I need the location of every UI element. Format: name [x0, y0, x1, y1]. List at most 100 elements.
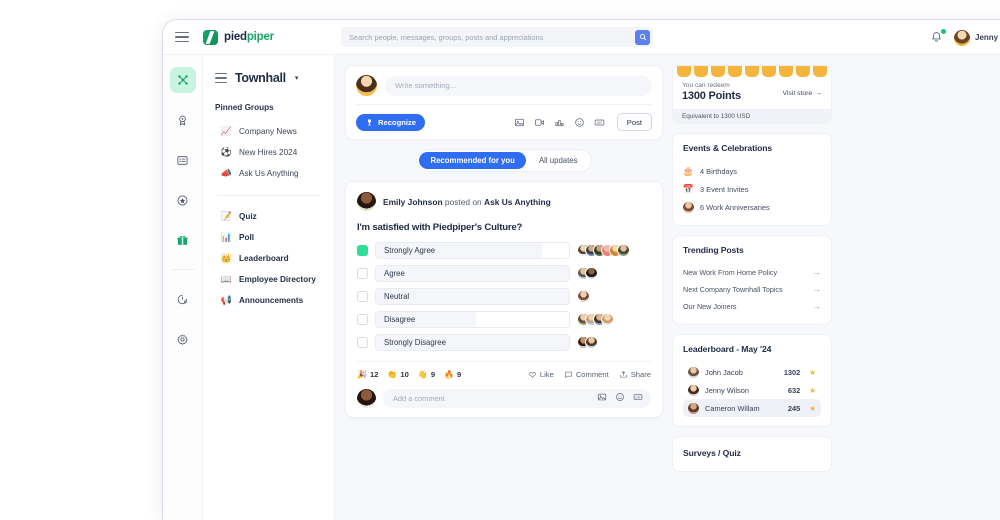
leaderboard-panel: Leaderboard - May '24 John Jacob 1302 ★ … [672, 334, 832, 427]
avatar [688, 402, 699, 414]
clap-reaction[interactable]: 👏 10 [387, 370, 408, 379]
leaderboard-name: Cameron Willam [705, 403, 760, 413]
poll-option-label: Strongly Agree [384, 246, 436, 255]
poll-option-label: Disagree [384, 315, 416, 324]
poll-option-row: Neutral [357, 288, 651, 305]
tab-all-updates[interactable]: All updates [528, 152, 589, 169]
post-button[interactable]: Post [616, 113, 652, 131]
brand-logo[interactable]: piedpiper [203, 29, 274, 45]
sidebar-item-new-hires[interactable]: ⚽ New Hires 2024 [215, 142, 322, 163]
poll-checkbox[interactable] [357, 268, 368, 279]
poll-icon[interactable] [554, 117, 565, 128]
event-item-invites[interactable]: 📅 3 Event Invites [683, 180, 821, 198]
star-badge-icon [177, 195, 188, 205]
arrow-right-icon: → [813, 302, 821, 311]
sidebar-menu-icon[interactable] [215, 72, 227, 84]
poll-option-bar[interactable]: Agree [375, 265, 570, 282]
composer-tools: GIF Post [514, 113, 652, 131]
poll-option-bar[interactable]: Strongly Agree [375, 242, 570, 259]
image-icon[interactable] [597, 392, 607, 402]
rail-item-board[interactable] [170, 147, 196, 173]
poll-option-bar[interactable]: Disagree [375, 311, 570, 328]
leaderboard-row[interactable]: John Jacob 1302 ★ [683, 363, 821, 381]
poll-option-bar[interactable]: Neutral [375, 288, 570, 305]
sidebar-item-announcements[interactable]: 📢 Announcements [215, 290, 322, 311]
post-author[interactable]: Emily Johnson [383, 197, 443, 207]
panel-title: Leaderboard - May '24 [683, 344, 772, 354]
secondary-sidebar: Townhall ▾ Pinned Groups 📈 Company News … [203, 55, 335, 520]
sidebar-item-poll[interactable]: 📊 Poll [215, 227, 322, 248]
reaction-count: 9 [457, 370, 462, 379]
fire-reaction[interactable]: 🔥 9 [444, 370, 461, 379]
party-popper-icon: 🎉 [357, 370, 367, 379]
rail-item-analytics[interactable] [170, 286, 196, 312]
trending-item[interactable]: New Work From Home Policy → [683, 264, 821, 281]
poll-option-bar[interactable]: Strongly Disagree [375, 334, 570, 351]
sidebar-item-label: Announcements [239, 296, 304, 305]
heart-icon [529, 372, 536, 378]
share-label: Share [630, 370, 651, 379]
sidebar-item-ask-us-anything[interactable]: 📣 Ask Us Anything [215, 163, 322, 184]
panel-title: Trending Posts [683, 245, 744, 255]
recognize-button[interactable]: Recognize [356, 113, 425, 131]
emoji-icon[interactable] [574, 117, 585, 128]
party-popper-reaction[interactable]: 🎉 12 [357, 370, 378, 379]
search-button[interactable] [635, 29, 650, 45]
post-action: posted on [444, 196, 482, 207]
hamburger-icon[interactable] [175, 31, 189, 43]
announcement-icon: 📢 [220, 295, 233, 305]
wave-reaction[interactable]: 👋 9 [418, 370, 435, 379]
avatar[interactable] [357, 192, 376, 211]
image-icon[interactable] [514, 117, 525, 128]
award-medal-icon [179, 115, 186, 125]
sidebar-item-label: Quiz [239, 212, 257, 221]
leaderboard-row[interactable]: Cameron Willam 245 ★ [683, 399, 821, 417]
gif-icon[interactable]: GIF [633, 392, 643, 402]
notifications-button[interactable] [930, 27, 947, 45]
poll-checkbox[interactable] [357, 245, 368, 256]
leaderboard-row[interactable]: Jenny Wilson 632 ★ [683, 381, 821, 399]
poll-checkbox[interactable] [357, 337, 368, 348]
sidebar-item-company-news[interactable]: 📈 Company News [215, 121, 322, 142]
rail-item-hub[interactable] [169, 67, 196, 93]
tab-recommended-for-you[interactable]: Recommended for you [419, 152, 526, 169]
event-item-birthdays[interactable]: 🎂 4 Birthdays [683, 162, 821, 180]
post-header: Emily Johnson posted on Ask Us Anything [357, 192, 651, 211]
comment-tools: GIF [597, 392, 643, 402]
star-icon: ★ [809, 385, 816, 395]
avatar [357, 388, 376, 408]
video-icon[interactable] [534, 117, 545, 128]
gift-icon [177, 235, 188, 245]
user-menu[interactable]: Jenny ⌄ [954, 29, 1000, 46]
gif-icon[interactable]: GIF [594, 117, 605, 128]
composer-input[interactable] [385, 75, 652, 96]
sidebar-item-quiz[interactable]: 📝 Quiz [215, 206, 322, 227]
rail-item-recognition[interactable] [170, 187, 196, 213]
sidebar-item-leaderboard[interactable]: 👑 Leaderboard [215, 248, 322, 269]
visit-store-link[interactable]: Visit store → [782, 90, 822, 97]
clap-icon: 👏 [387, 370, 398, 379]
wave-icon: 👋 [417, 370, 428, 379]
trending-item[interactable]: Next Company Townhall Topics → [683, 281, 821, 298]
emoji-icon[interactable] [615, 392, 625, 402]
svg-text:GIF: GIF [597, 120, 602, 124]
right-sidebar: You can redeem 1300 Points Visit store →… [672, 65, 832, 520]
rail-item-settings[interactable] [170, 326, 196, 352]
comment-button[interactable]: Comment [564, 370, 609, 379]
chevron-down-icon[interactable]: ▾ [295, 74, 299, 82]
search-input[interactable] [341, 27, 611, 47]
poll-option-row: Agree [357, 265, 651, 282]
event-item-anniversaries[interactable]: 6 Work Anniversaries [683, 198, 821, 216]
like-button[interactable]: Like [528, 370, 554, 379]
rail-item-awards[interactable] [170, 107, 196, 133]
poll-checkbox[interactable] [357, 314, 368, 325]
sidebar-item-employee-directory[interactable]: 📖 Employee Directory [215, 269, 322, 290]
visit-store-label: Visit store [782, 90, 813, 97]
avatar [356, 75, 377, 96]
poll-checkbox[interactable] [357, 291, 368, 302]
rail-item-rewards[interactable] [170, 227, 196, 253]
share-button[interactable]: Share [619, 370, 651, 379]
rail-divider [171, 269, 194, 270]
post-group[interactable]: Ask Us Anything [484, 197, 551, 207]
trending-item[interactable]: Our New Joiners → [683, 298, 821, 315]
